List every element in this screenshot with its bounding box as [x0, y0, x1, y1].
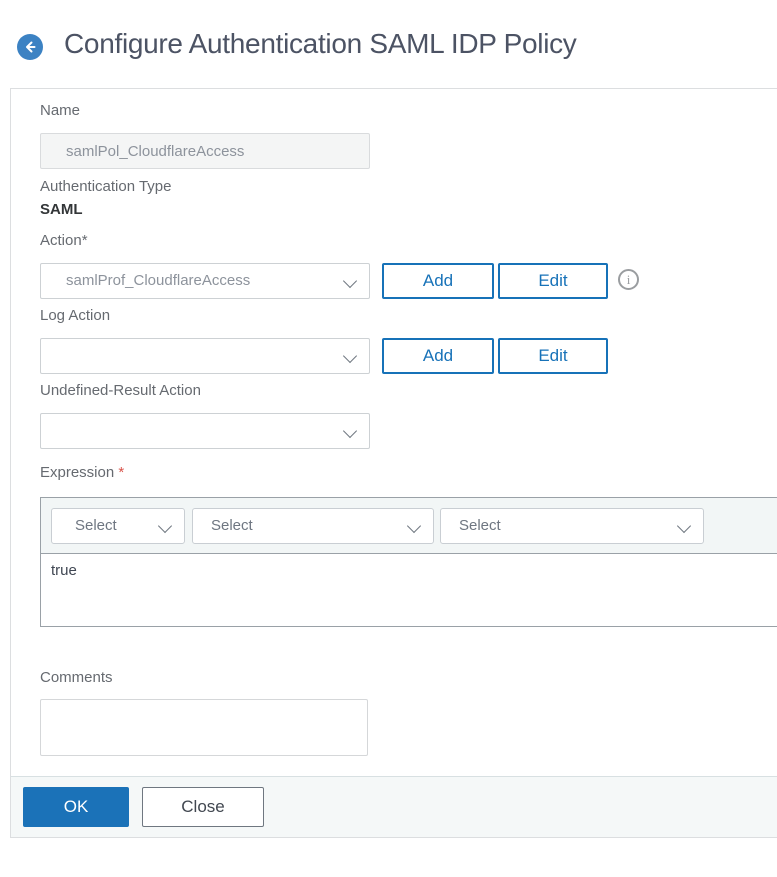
- expression-toolbar: Select Select Select: [41, 498, 777, 554]
- info-icon[interactable]: i: [618, 269, 639, 290]
- expression-select-1-value: Select: [75, 517, 117, 534]
- expression-select-1[interactable]: Select: [51, 508, 185, 544]
- action-edit-button[interactable]: Edit: [498, 263, 608, 299]
- chevron-down-icon: [342, 273, 358, 289]
- expression-editor: Select Select Select true: [40, 497, 777, 627]
- action-dropdown-value: samlProf_CloudflareAccess: [66, 272, 251, 289]
- expression-select-3-value: Select: [459, 517, 501, 534]
- action-label: Action*: [40, 232, 88, 249]
- expression-label-text: Expression: [40, 464, 115, 481]
- log-action-edit-button[interactable]: Edit: [498, 338, 608, 374]
- chevron-down-icon: [157, 518, 173, 534]
- log-action-add-button[interactable]: Add: [382, 338, 494, 374]
- chevron-down-icon: [676, 518, 692, 534]
- page-header: Configure Authentication SAML IDP Policy: [0, 0, 777, 88]
- undefined-result-action-dropdown[interactable]: [40, 413, 370, 449]
- chevron-down-icon: [406, 518, 422, 534]
- log-action-dropdown[interactable]: [40, 338, 370, 374]
- name-input: [40, 133, 370, 169]
- form-panel: Name Authentication Type SAML Action* sa…: [10, 88, 777, 838]
- required-asterisk: *: [118, 464, 125, 481]
- name-label: Name: [40, 102, 81, 119]
- comments-input[interactable]: [40, 699, 368, 756]
- action-dropdown[interactable]: samlProf_CloudflareAccess: [40, 263, 370, 299]
- close-button[interactable]: Close: [142, 787, 264, 827]
- expression-input[interactable]: true: [41, 554, 777, 626]
- action-add-button[interactable]: Add: [382, 263, 494, 299]
- form-footer: OK Close: [11, 776, 777, 837]
- authentication-type-label: Authentication Type: [40, 178, 172, 195]
- back-button[interactable]: [17, 34, 43, 60]
- log-action-label: Log Action: [40, 307, 111, 324]
- chevron-down-icon: [342, 348, 358, 364]
- page-title: Configure Authentication SAML IDP Policy: [64, 28, 577, 59]
- authentication-type-value: SAML: [40, 201, 83, 218]
- expression-select-3[interactable]: Select: [440, 508, 704, 544]
- undefined-result-action-label: Undefined-Result Action: [40, 382, 201, 399]
- expression-label: Expression *: [40, 464, 124, 481]
- arrow-left-icon: [23, 40, 37, 54]
- comments-label: Comments: [40, 669, 113, 686]
- chevron-down-icon: [342, 423, 358, 439]
- ok-button[interactable]: OK: [23, 787, 129, 827]
- expression-select-2[interactable]: Select: [192, 508, 434, 544]
- configure-saml-idp-policy-page: Configure Authentication SAML IDP Policy…: [0, 0, 777, 877]
- expression-select-2-value: Select: [211, 517, 253, 534]
